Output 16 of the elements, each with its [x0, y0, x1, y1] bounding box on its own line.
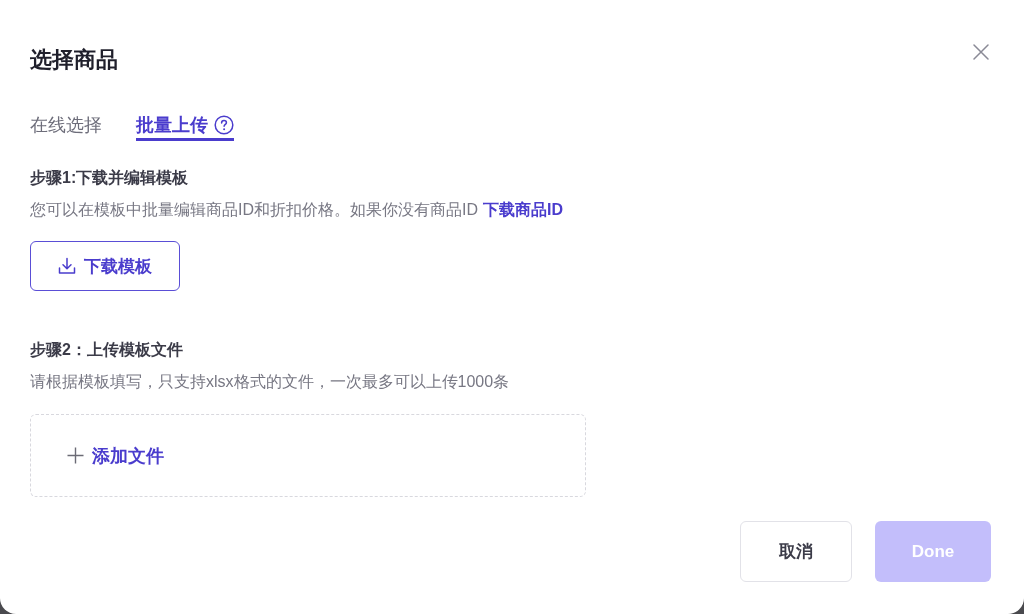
step-description: 请根据模板填写，只支持xlsx格式的文件，一次最多可以上传1000条 — [30, 372, 510, 392]
dialog-title: 选择商品 — [30, 46, 118, 74]
download-icon — [58, 257, 76, 275]
tab[interactable]: 批量上传 — [136, 113, 234, 141]
close-button[interactable] — [971, 42, 991, 62]
help-icon — [214, 115, 234, 135]
cancel-button[interactable]: 取消 — [740, 521, 852, 582]
add-file-dropzone[interactable]: 添加文件 — [30, 414, 586, 497]
download-template-button[interactable]: 下载模板 — [30, 241, 180, 291]
plus-icon — [67, 447, 84, 464]
step-heading: 步骤2：上传模板文件 — [30, 340, 183, 360]
step-description: 您可以在模板中批量编辑商品ID和折扣价格。如果你没有商品ID 下载商品ID — [30, 200, 563, 220]
tab[interactable]: 在线选择 — [30, 113, 102, 141]
close-icon — [973, 44, 989, 60]
step-heading: 步骤1:下载并编辑模板 — [30, 168, 189, 188]
download-product-id-link[interactable]: 下载商品ID — [483, 201, 563, 218]
